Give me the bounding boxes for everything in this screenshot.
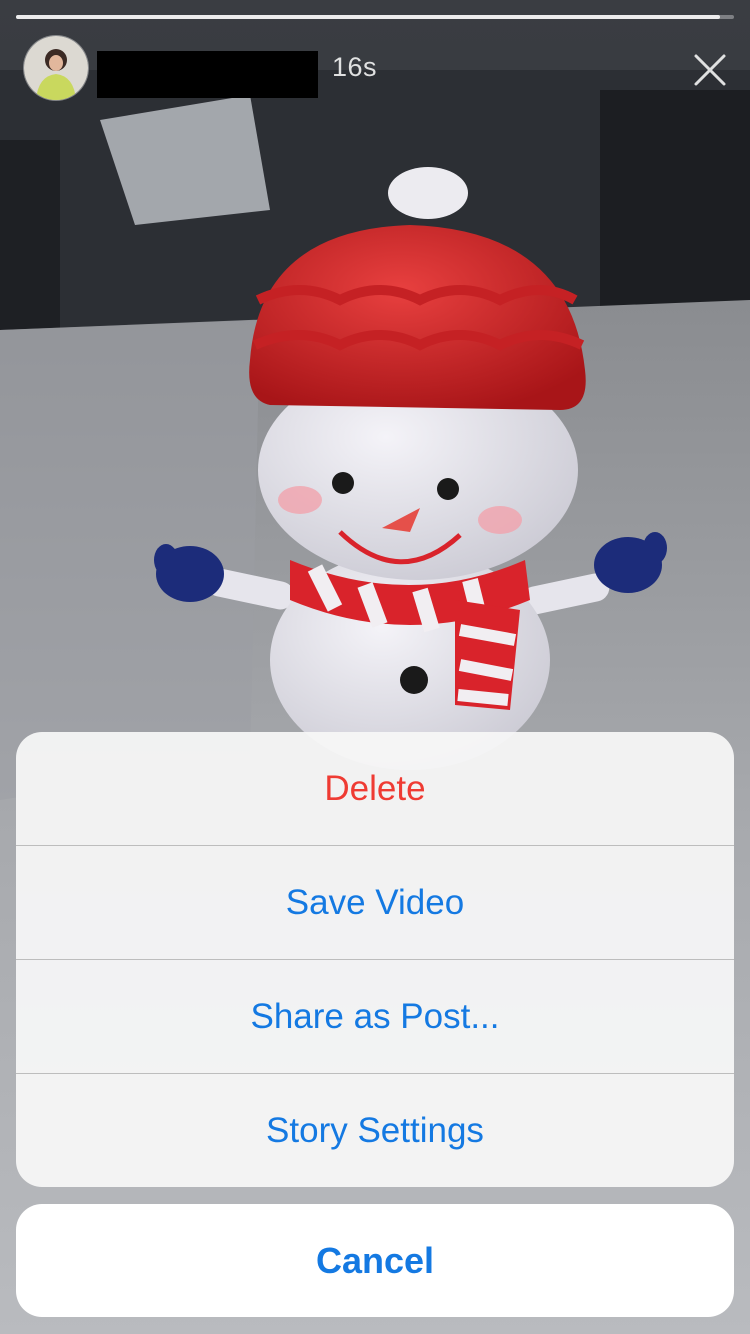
- story-progress-bar: [16, 15, 734, 19]
- story-settings-button[interactable]: Story Settings: [16, 1073, 734, 1187]
- profile-avatar[interactable]: [24, 36, 88, 100]
- username-redacted: [97, 51, 318, 98]
- cancel-button[interactable]: Cancel: [16, 1204, 734, 1317]
- story-timestamp: 16s: [332, 52, 378, 82]
- action-sheet: Delete Save Video Share as Post... Story…: [16, 732, 734, 1187]
- close-button[interactable]: [690, 50, 730, 90]
- story-progress-fill: [16, 15, 720, 19]
- share-as-post-button[interactable]: Share as Post...: [16, 959, 734, 1073]
- avatar-icon: [24, 36, 88, 100]
- delete-button[interactable]: Delete: [16, 732, 734, 845]
- close-icon: [694, 54, 726, 86]
- save-video-button[interactable]: Save Video: [16, 845, 734, 959]
- story-viewer: 16s Delete Save Video Share as Post... S…: [0, 0, 750, 1334]
